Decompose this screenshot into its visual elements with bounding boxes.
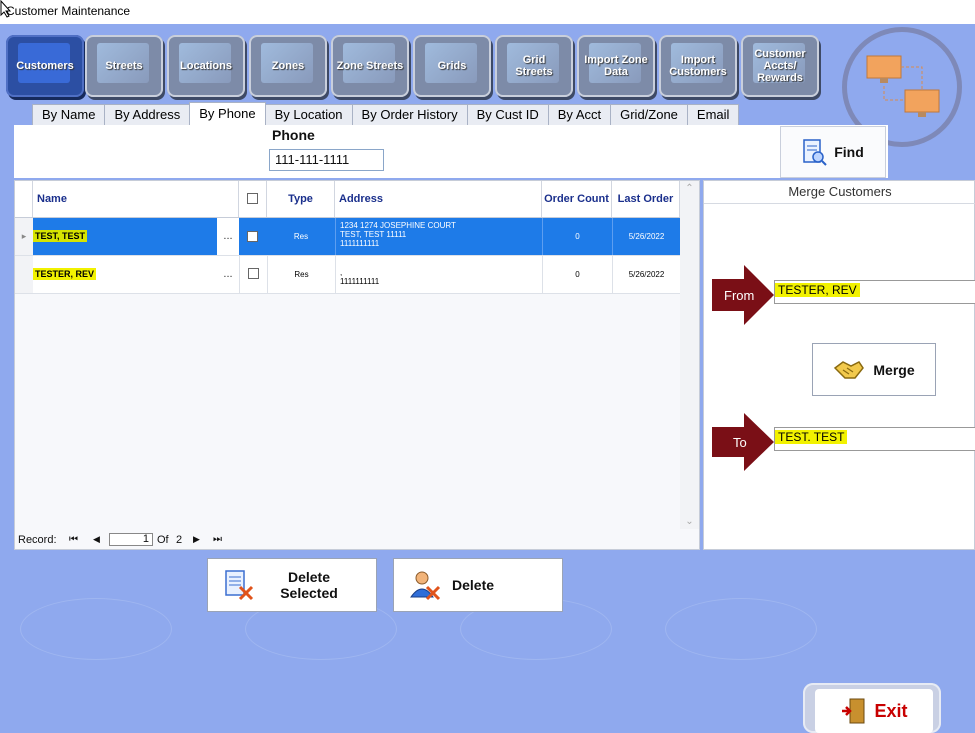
tab-by-address[interactable]: By Address (104, 104, 191, 125)
watermark-logo (665, 598, 817, 660)
grid-vertical-scrollbar[interactable]: ⌃ ⌄ (680, 181, 699, 529)
delete-selected-button[interactable]: Delete Selected (207, 558, 377, 612)
tab-by-name[interactable]: By Name (32, 104, 106, 125)
row-checkbox[interactable] (247, 231, 258, 242)
delete-button[interactable]: Delete (393, 558, 563, 612)
of-label: Of (157, 534, 169, 546)
watermark-logo (20, 598, 172, 660)
row-checkbox[interactable] (248, 268, 259, 279)
current-record-input[interactable]: 1 (109, 533, 153, 546)
toolbar-grid-streets-button[interactable]: Grid Streets (495, 35, 573, 97)
find-icon (803, 139, 827, 166)
scroll-up-icon[interactable]: ⌃ (680, 183, 699, 194)
column-name[interactable]: Name (33, 181, 239, 217)
exit-button[interactable]: Exit (803, 683, 941, 733)
column-last-order[interactable]: Last Order (612, 181, 680, 217)
select-all-checkbox[interactable] (247, 193, 258, 204)
merge-customers-panel: Merge Customers From TESTER, REV Merge T… (703, 180, 975, 550)
merge-button[interactable]: Merge (812, 343, 936, 396)
scroll-down-icon[interactable]: ⌄ (680, 516, 699, 527)
find-button[interactable]: Find (780, 126, 886, 178)
order-count: 0 (542, 218, 612, 255)
exit-door-icon (842, 698, 865, 724)
toolbar-locations-button[interactable]: Locations (167, 35, 245, 97)
order-count: 0 (542, 256, 612, 293)
toolbar-customer-accts-rewards-button[interactable]: Customer Accts/ Rewards (741, 35, 819, 97)
tab-by-phone[interactable]: By Phone (189, 102, 266, 125)
column-order-count[interactable]: Order Count (542, 181, 612, 217)
toolbar-streets-button[interactable]: Streets (85, 35, 163, 97)
title-bar: Customer Maintenance (0, 0, 975, 24)
customer-address: 1234 1274 JOSEPHINE COURT TEST, TEST 111… (335, 218, 542, 255)
toolbar-import-zone-data-button[interactable]: Import Zone Data (577, 35, 655, 97)
customer-grid: Name Type Address Order Count Last Order… (14, 180, 700, 550)
exit-label: Exit (874, 700, 908, 721)
handshake-icon (834, 360, 865, 379)
delete-selected-icon (225, 570, 254, 601)
toolbar-customers-button[interactable]: Customers (6, 35, 84, 97)
search-tabs: By Name By Address By Phone By Location … (32, 102, 740, 126)
first-record-icon[interactable]: ⏮ (69, 534, 78, 545)
to-label: To (733, 435, 747, 450)
previous-record-icon[interactable]: ◀ (93, 534, 100, 545)
delete-selected-label-1: Delete (287, 569, 331, 585)
from-label: From (724, 288, 755, 303)
record-navigator: Record: ⏮ ◀ 1 Of 2 ▶ ⏭ (15, 531, 699, 549)
tab-by-cust-id[interactable]: By Cust ID (466, 104, 549, 125)
merge-label: Merge (873, 361, 915, 378)
last-order: 5/26/2022 (612, 256, 680, 293)
row-ellipsis-button[interactable]: ... (217, 256, 239, 293)
grid-header: Name Type Address Order Count Last Order (15, 181, 680, 218)
toolbar-grids-button[interactable]: Grids (413, 35, 491, 97)
tab-grid-zone[interactable]: Grid/Zone (610, 104, 688, 125)
row-ellipsis-button[interactable]: ... (217, 218, 239, 255)
search-panel (14, 125, 888, 178)
tab-email[interactable]: Email (686, 104, 740, 125)
merge-from-field[interactable]: TESTER, REV (774, 280, 975, 304)
last-order: 5/26/2022 (612, 218, 680, 255)
tab-by-acct[interactable]: By Acct (547, 104, 612, 125)
toolbar-zones-button[interactable]: Zones (249, 35, 327, 97)
tab-by-location[interactable]: By Location (264, 104, 353, 125)
record-label: Record: (18, 534, 57, 546)
last-record-icon[interactable]: ⏭ (213, 534, 222, 545)
customer-name: TEST, TEST (33, 230, 88, 242)
merge-from-value: TESTER, REV (775, 283, 860, 297)
row-selector-icon: ▸ (15, 218, 33, 255)
merge-to-field[interactable]: TEST. TEST (774, 427, 975, 451)
total-records: 2 (176, 534, 183, 546)
table-row[interactable]: ▸ TEST, TEST ... Res 1234 1274 JOSEPHINE… (15, 218, 680, 256)
column-address[interactable]: Address (335, 181, 542, 217)
next-record-icon[interactable]: ▶ (193, 534, 200, 545)
customer-address: , 1111111111 (335, 256, 542, 293)
delete-user-icon (410, 571, 441, 601)
customer-type: Res (267, 256, 335, 293)
toolbar-zone-streets-button[interactable]: Zone Streets (331, 35, 409, 97)
customer-name: TESTER, REV (33, 268, 97, 280)
toolbar-import-customers-button[interactable]: Import Customers (659, 35, 737, 97)
window-title: Customer Maintenance (6, 4, 131, 18)
merge-to-value: TEST. TEST (775, 430, 848, 444)
find-label: Find (834, 144, 864, 160)
delete-selected-label-2: Selected (280, 585, 338, 601)
phone-input[interactable]: 111-111-1111 (269, 149, 384, 171)
phone-label: Phone (272, 127, 315, 143)
mouse-cursor-icon (0, 0, 12, 18)
merge-title: Merge Customers (704, 181, 975, 204)
column-type[interactable]: Type (267, 181, 335, 217)
tab-by-order-history[interactable]: By Order History (351, 104, 468, 125)
customer-type: Res (293, 232, 309, 241)
table-row[interactable]: TESTER, REV ... Res , 1111111111 0 5/26/… (15, 256, 680, 294)
delete-label: Delete (452, 577, 495, 593)
